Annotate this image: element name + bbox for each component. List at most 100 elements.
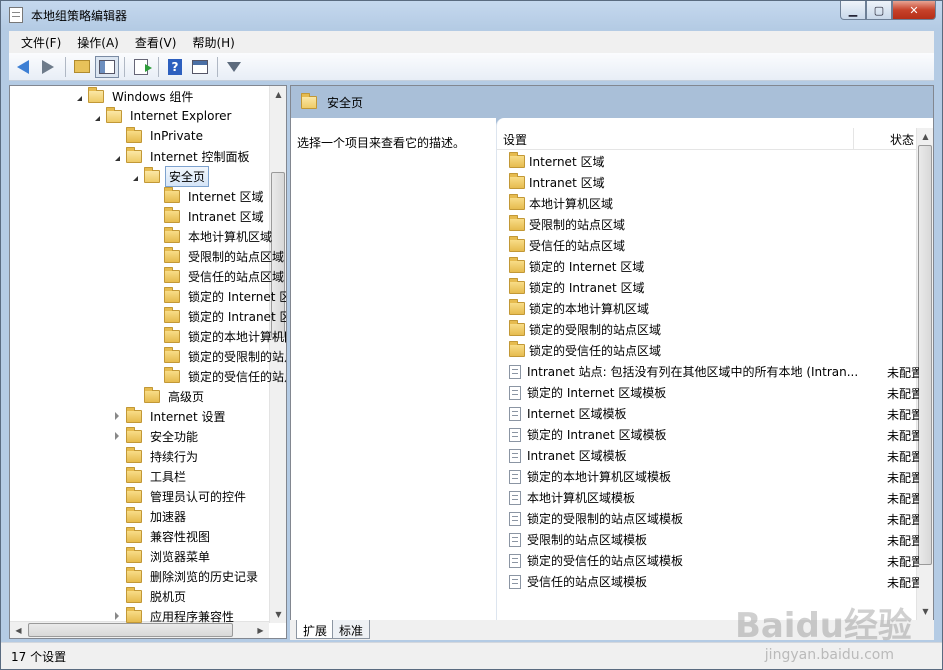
list-item[interactable]: 锁定的 Internet 区域模板: [509, 382, 877, 403]
column-separator[interactable]: [853, 128, 854, 150]
list-item-name: 锁定的 Intranet 区域模板: [527, 428, 667, 442]
list-item[interactable]: 本地计算机区域: [509, 193, 879, 214]
tree-item[interactable]: InPrivate: [110, 126, 206, 146]
tree-item-label: Internet Explorer: [130, 109, 232, 123]
tree-item[interactable]: Internet 区域: [148, 186, 266, 206]
menu-item-1[interactable]: 操作(A): [69, 32, 127, 53]
list-item[interactable]: Internet 区域模板: [509, 403, 877, 424]
tree-item[interactable]: Internet Explorer: [90, 106, 234, 126]
list-item[interactable]: Intranet 区域: [509, 172, 879, 193]
tree-item[interactable]: 加速器: [110, 506, 189, 526]
list-item[interactable]: 锁定的受限制的站点区域模板: [509, 508, 877, 529]
maximize-button[interactable]: ▢: [866, 1, 892, 20]
tree-item[interactable]: 管理员认可的控件: [110, 486, 249, 506]
list-item[interactable]: 锁定的本地计算机区域: [509, 298, 879, 319]
list-item-name: 锁定的本地计算机区域: [529, 302, 650, 316]
tree-item[interactable]: Internet 控制面板: [110, 146, 252, 166]
collapse-arrow-icon[interactable]: [110, 149, 124, 163]
tab-extended[interactable]: 扩展: [296, 620, 335, 639]
tab-standard[interactable]: 标准: [332, 620, 371, 639]
column-header-state[interactable]: 状态: [890, 131, 914, 148]
tree-pane[interactable]: ▲ ▼ ◀ ▶ Windows 组件 Internet Explorer InPri…: [9, 85, 287, 639]
minimize-button[interactable]: ▁: [840, 1, 866, 20]
list-item[interactable]: Intranet 区域模板: [509, 445, 877, 466]
scroll-up-icon[interactable]: ▲: [270, 86, 286, 103]
collapse-arrow-icon[interactable]: [72, 89, 86, 103]
list-item[interactable]: 锁定的 Internet 区域: [509, 256, 879, 277]
tree-item[interactable]: 锁定的受信任的站点: [148, 366, 286, 386]
list-item[interactable]: 锁定的本地计算机区域模板: [509, 466, 877, 487]
window-title: 本地组策略编辑器: [31, 9, 128, 23]
scroll-up-icon[interactable]: ▲: [917, 128, 933, 145]
folder-icon: [144, 386, 160, 403]
filter-button[interactable]: [222, 56, 246, 78]
list-item[interactable]: Internet 区域: [509, 151, 879, 172]
tree-item[interactable]: 删除浏览的历史记录: [110, 566, 261, 586]
menu-item-2[interactable]: 查看(V): [127, 32, 185, 53]
list-item[interactable]: 本地计算机区域模板: [509, 487, 877, 508]
folder-icon: [126, 546, 142, 563]
expand-arrow-icon[interactable]: [110, 409, 124, 423]
tree-item[interactable]: 锁定的受限制的站点: [148, 346, 286, 366]
properties-button[interactable]: [188, 56, 212, 78]
scroll-down-icon[interactable]: ▼: [917, 603, 933, 620]
list-item[interactable]: 锁定的受限制的站点区域: [509, 319, 879, 340]
collapse-arrow-icon[interactable]: [90, 109, 104, 123]
tree-item[interactable]: 兼容性视图: [110, 526, 213, 546]
tree-item[interactable]: 安全功能: [110, 426, 201, 446]
details-header-title: 安全页: [327, 95, 364, 110]
list-item-name: Internet 区域模板: [527, 407, 627, 421]
list-item[interactable]: 锁定的受信任的站点区域: [509, 340, 879, 361]
tree-item[interactable]: 脱机页: [110, 586, 189, 606]
details-header: 安全页: [291, 86, 933, 118]
tree-item[interactable]: Internet 设置: [110, 406, 228, 426]
list-item[interactable]: 锁定的 Intranet 区域: [509, 277, 879, 298]
tree-item[interactable]: 受限制的站点区域: [148, 246, 286, 266]
toolbar-separator: [217, 56, 218, 77]
column-header-setting[interactable]: 设置: [503, 131, 527, 148]
watermark-url: jingyan.baidu.com: [764, 647, 894, 663]
list-item[interactable]: 受信任的站点区域模板: [509, 571, 877, 592]
tree-item[interactable]: Windows 组件: [72, 86, 196, 106]
menu-item-0[interactable]: 文件(F): [13, 32, 69, 53]
scroll-right-icon[interactable]: ▶: [252, 622, 269, 638]
list-item[interactable]: Intranet 站点: 包括没有列在其他区域中的所有本地 (Intran...: [509, 361, 877, 382]
scroll-left-icon[interactable]: ◀: [10, 622, 27, 638]
scroll-down-icon[interactable]: ▼: [270, 606, 286, 623]
tree-item[interactable]: 工具栏: [110, 466, 189, 486]
help-button[interactable]: ?: [163, 56, 187, 78]
tree-item[interactable]: 浏览器菜单: [110, 546, 213, 566]
title-bar[interactable]: 本地组策略编辑器 ▁ ▢ ✕: [1, 1, 942, 29]
show-hide-tree-button[interactable]: [95, 55, 119, 78]
list-item-name: 受信任的站点区域模板: [527, 575, 648, 589]
tree-item-label: 工具栏: [150, 469, 187, 484]
menu-item-3[interactable]: 帮助(H): [184, 32, 242, 53]
export-list-button[interactable]: [129, 56, 153, 78]
tree-item[interactable]: 锁定的 Internet 区: [148, 286, 286, 306]
tree-item[interactable]: Intranet 区域: [148, 206, 267, 226]
up-folder-button[interactable]: [70, 56, 94, 78]
tree-item[interactable]: 本地计算机区域: [148, 226, 275, 246]
list-item[interactable]: 受限制的站点区域: [509, 214, 879, 235]
tree-item[interactable]: 安全页: [128, 165, 210, 187]
list-item[interactable]: 受限制的站点区域模板: [509, 529, 877, 550]
collapse-arrow-icon[interactable]: [128, 169, 142, 183]
tree-item[interactable]: 应用程序兼容性: [110, 606, 237, 626]
list-item[interactable]: 受信任的站点区域: [509, 235, 879, 256]
toolbar-separator: [65, 56, 66, 77]
tree-item[interactable]: 锁定的本地计算机[: [148, 326, 286, 346]
tree-item[interactable]: 受信任的站点区域: [148, 266, 286, 286]
list-item[interactable]: 锁定的受信任的站点区域模板: [509, 550, 877, 571]
expand-arrow-icon[interactable]: [110, 429, 124, 443]
list-item[interactable]: 锁定的 Intranet 区域模板: [509, 424, 877, 445]
list-scroll-thumb[interactable]: [918, 145, 932, 565]
tree-item[interactable]: 锁定的 Intranet 区: [148, 306, 286, 326]
folder-icon: [126, 586, 142, 603]
close-button[interactable]: ✕: [892, 1, 936, 20]
expand-arrow-icon[interactable]: [110, 609, 124, 623]
back-button[interactable]: [11, 56, 35, 78]
tree-item[interactable]: 持续行为: [110, 446, 201, 466]
tree-item[interactable]: 高级页: [128, 386, 207, 406]
forward-button[interactable]: [36, 56, 60, 78]
